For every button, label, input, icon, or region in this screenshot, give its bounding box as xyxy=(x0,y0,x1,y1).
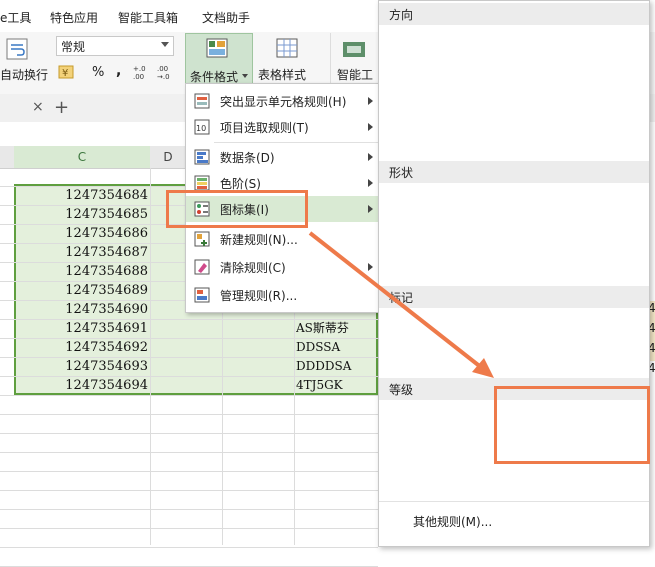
top-bottom-rules-icon: 10 xyxy=(194,119,210,135)
percent-button[interactable]: % xyxy=(92,65,104,80)
close-tab-icon[interactable]: × xyxy=(32,99,44,115)
grid-row-line xyxy=(0,433,378,434)
cell-number[interactable]: 1247354689 xyxy=(16,281,148,300)
table-style-icon[interactable] xyxy=(276,38,300,60)
svg-text:→.0: →.0 xyxy=(157,73,170,80)
menu-item-clear-rules[interactable]: 清除规则(C) xyxy=(186,254,381,280)
smart-tool-icon xyxy=(343,42,365,57)
menu-tab-smart-toolbox[interactable]: 智能工具箱 xyxy=(118,9,178,26)
wrap-text-button[interactable]: 自动换行 xyxy=(0,66,48,83)
cell-text[interactable]: DDSSA xyxy=(296,338,376,357)
menu-tab-features[interactable]: 特色应用 xyxy=(50,9,98,26)
cell-number[interactable]: 1247354694 xyxy=(16,376,148,395)
grid-row-line xyxy=(0,547,378,548)
grid-row-line xyxy=(0,395,378,396)
menu-item-manage-rules[interactable]: 管理规则(R)... xyxy=(186,282,381,308)
chevron-right-icon xyxy=(368,179,373,187)
number-format-select[interactable]: 常规 xyxy=(56,36,174,56)
menu-item-label: 新建规则(N)... xyxy=(220,233,298,247)
menu-item-label: 数据条(D) xyxy=(220,151,275,165)
column-header-d[interactable]: D xyxy=(150,146,187,169)
number-format-value: 常规 xyxy=(61,40,86,54)
chevron-right-icon xyxy=(368,97,373,105)
menu-item-label: 项目选取规则(T) xyxy=(220,121,309,135)
menu-item-label: 突出显示单元格规则(H) xyxy=(220,95,347,109)
svg-text:10: 10 xyxy=(196,124,206,133)
menu-item-highlight-rules[interactable]: 突出显示单元格规则(H) xyxy=(186,88,381,114)
smart-tool-label: 智能工 xyxy=(337,68,374,82)
menu-item-label: 清除规则(C) xyxy=(220,261,286,275)
menu-separator xyxy=(214,142,380,143)
table-style-button[interactable]: 表格样式 xyxy=(258,66,306,83)
menu-item-new-rule[interactable]: 新建规则(N)... xyxy=(186,226,381,252)
cell-number[interactable]: 1247354687 xyxy=(16,243,148,262)
grid-row-line xyxy=(0,414,378,415)
add-tab-icon[interactable]: + xyxy=(54,97,69,118)
svg-text:¥: ¥ xyxy=(62,68,68,79)
chevron-right-icon xyxy=(368,153,373,161)
cell-text[interactable]: DDDDSA xyxy=(296,357,376,376)
clear-rules-icon xyxy=(194,259,210,275)
annotation-box-icon-sets xyxy=(166,190,308,228)
menu-item-label: 管理规则(R)... xyxy=(220,289,298,303)
color-scales-icon xyxy=(194,175,210,191)
menu-tab-tools[interactable]: e工具 xyxy=(0,9,31,26)
chevron-right-icon xyxy=(368,123,373,131)
data-bars-icon xyxy=(194,149,210,165)
grid-row-line xyxy=(0,471,378,472)
icon-set-options xyxy=(379,1,649,546)
wrap-text-icon[interactable] xyxy=(6,38,28,60)
chevron-down-icon xyxy=(161,42,169,47)
grid-row-line xyxy=(0,490,378,491)
manage-rules-icon xyxy=(194,287,210,303)
chevron-right-icon xyxy=(368,263,373,271)
grid-row-line xyxy=(0,452,378,453)
panel-separator xyxy=(379,501,649,502)
grid-row-line xyxy=(0,528,378,529)
decrease-decimal-icon[interactable]: .00 →.0 xyxy=(156,64,176,80)
row-header-corner xyxy=(0,146,15,169)
grid-row-line xyxy=(0,509,378,510)
comma-button[interactable]: , xyxy=(116,63,121,79)
svg-text:+.0: +.0 xyxy=(133,65,146,73)
menu-tab-doc-assistant[interactable]: 文档助手 xyxy=(202,9,250,26)
cell-number[interactable]: 1247354688 xyxy=(16,262,148,281)
svg-text:.00: .00 xyxy=(157,65,168,73)
chevron-down-icon xyxy=(242,74,248,78)
currency-icon[interactable]: ¥ xyxy=(58,64,76,80)
cell-text[interactable]: AS斯蒂芬 xyxy=(296,319,376,338)
cell-number[interactable]: 1247354685 xyxy=(16,205,148,224)
cell-number[interactable]: 1247354684 xyxy=(16,186,148,205)
conditional-format-icon xyxy=(206,38,228,58)
chevron-right-icon xyxy=(368,205,373,213)
cell-number[interactable]: 1247354693 xyxy=(16,357,148,376)
menu-item-top-bottom-rules[interactable]: 10 项目选取规则(T) xyxy=(186,114,381,140)
icon-sets-panel: 方向 形状 标记 等级 其他规则(M)... xyxy=(378,0,650,547)
highlight-rules-icon xyxy=(194,93,210,109)
cell-text[interactable]: 4TJ5GK xyxy=(296,376,376,395)
svg-text:.00: .00 xyxy=(133,73,144,80)
cell-number[interactable]: 1247354692 xyxy=(16,338,148,357)
cell-number[interactable]: 1247354690 xyxy=(16,300,148,319)
cell-number[interactable]: 1247354686 xyxy=(16,224,148,243)
increase-decimal-icon[interactable]: +.0 .00 xyxy=(132,64,152,80)
annotation-box-ratings xyxy=(494,386,650,464)
cell-number[interactable]: 1247354691 xyxy=(16,319,148,338)
other-rules-link[interactable]: 其他规则(M)... xyxy=(413,513,492,530)
column-header-c[interactable]: C xyxy=(14,146,151,169)
new-rule-icon xyxy=(194,231,210,247)
grid-column-line xyxy=(150,168,151,545)
menu-item-data-bars[interactable]: 数据条(D) xyxy=(186,144,381,170)
